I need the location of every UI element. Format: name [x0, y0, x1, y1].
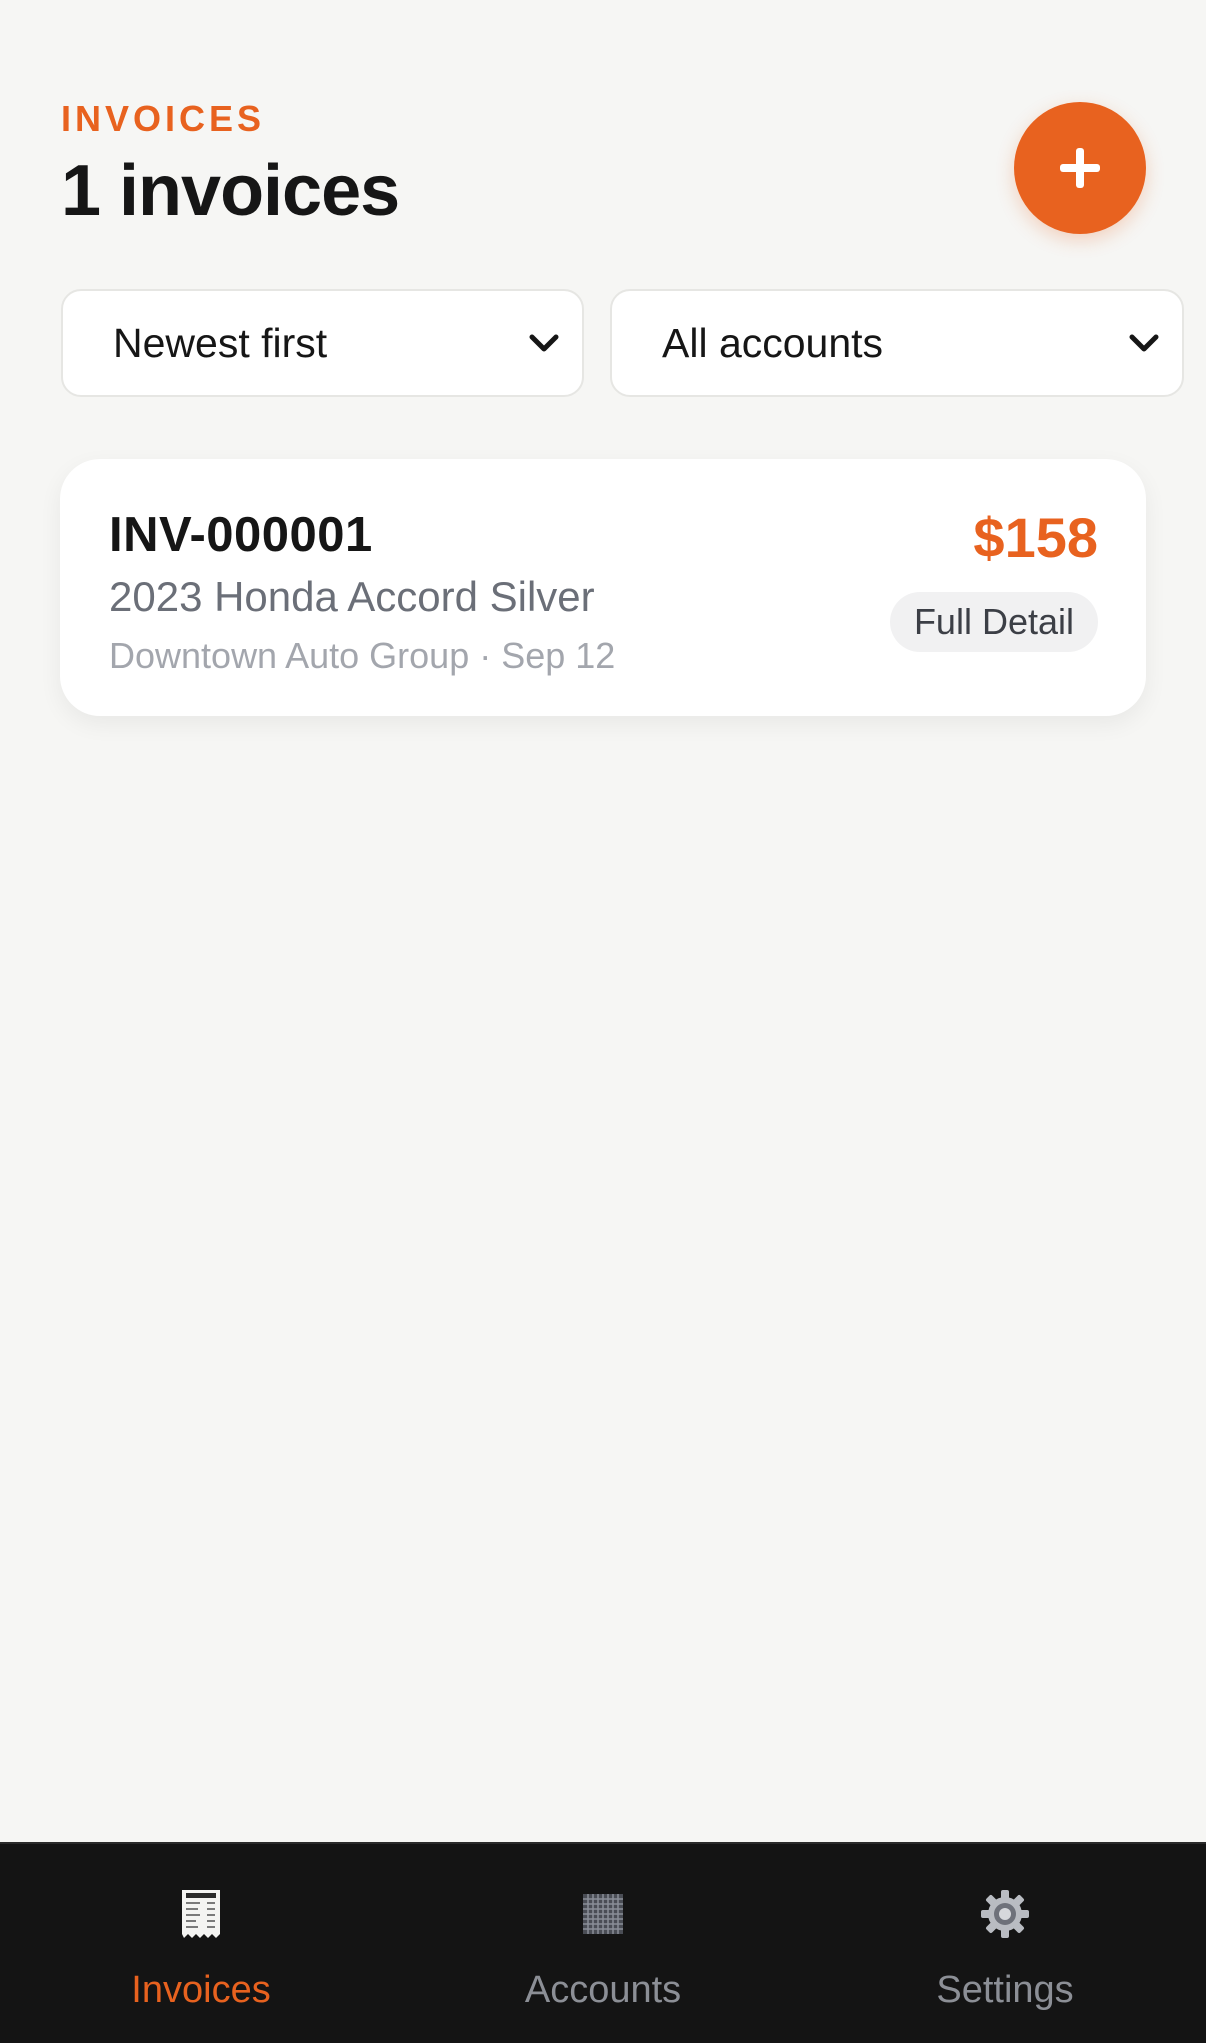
bottom-tab-bar: Invoices Accounts Settings: [0, 1842, 1206, 2043]
receipt-icon: [182, 1890, 220, 1938]
page-header: INVOICES 1 invoices: [61, 98, 400, 232]
invoice-number: INV-000001: [109, 508, 373, 562]
invoice-vehicle: 2023 Honda Accord Silver: [109, 573, 595, 620]
plus-icon: [1060, 148, 1100, 188]
account-select[interactable]: All accounts: [610, 289, 1184, 397]
tab-settings[interactable]: Settings: [804, 1844, 1206, 2043]
invoices-screen: INVOICES 1 invoices Newest first All acc…: [0, 0, 1206, 2043]
sort-select[interactable]: Newest first: [61, 289, 584, 397]
chevron-down-icon: [529, 334, 559, 352]
tab-invoices[interactable]: Invoices: [0, 1844, 402, 2043]
invoice-meta: Downtown Auto Group · Sep 12: [109, 635, 616, 676]
section-eyebrow: INVOICES: [61, 98, 266, 139]
tab-label: Settings: [936, 1969, 1074, 2011]
add-invoice-button[interactable]: [1014, 102, 1146, 234]
account-select-value: All accounts: [662, 319, 884, 366]
gear-icon: [981, 1890, 1029, 1938]
invoice-amount: $158: [973, 506, 1098, 569]
chevron-down-icon: [1129, 334, 1159, 352]
sort-select-value: Newest first: [113, 319, 328, 366]
grid-icon: [583, 1894, 623, 1934]
service-badge: Full Detail: [889, 592, 1098, 652]
tab-label: Accounts: [524, 1969, 682, 2011]
page-title: 1 invoices: [61, 151, 400, 231]
invoice-card[interactable]: INV-000001 2023 Honda Accord Silver Down…: [60, 459, 1146, 716]
tab-accounts[interactable]: Accounts: [402, 1844, 804, 2043]
tab-label: Invoices: [131, 1969, 271, 2011]
